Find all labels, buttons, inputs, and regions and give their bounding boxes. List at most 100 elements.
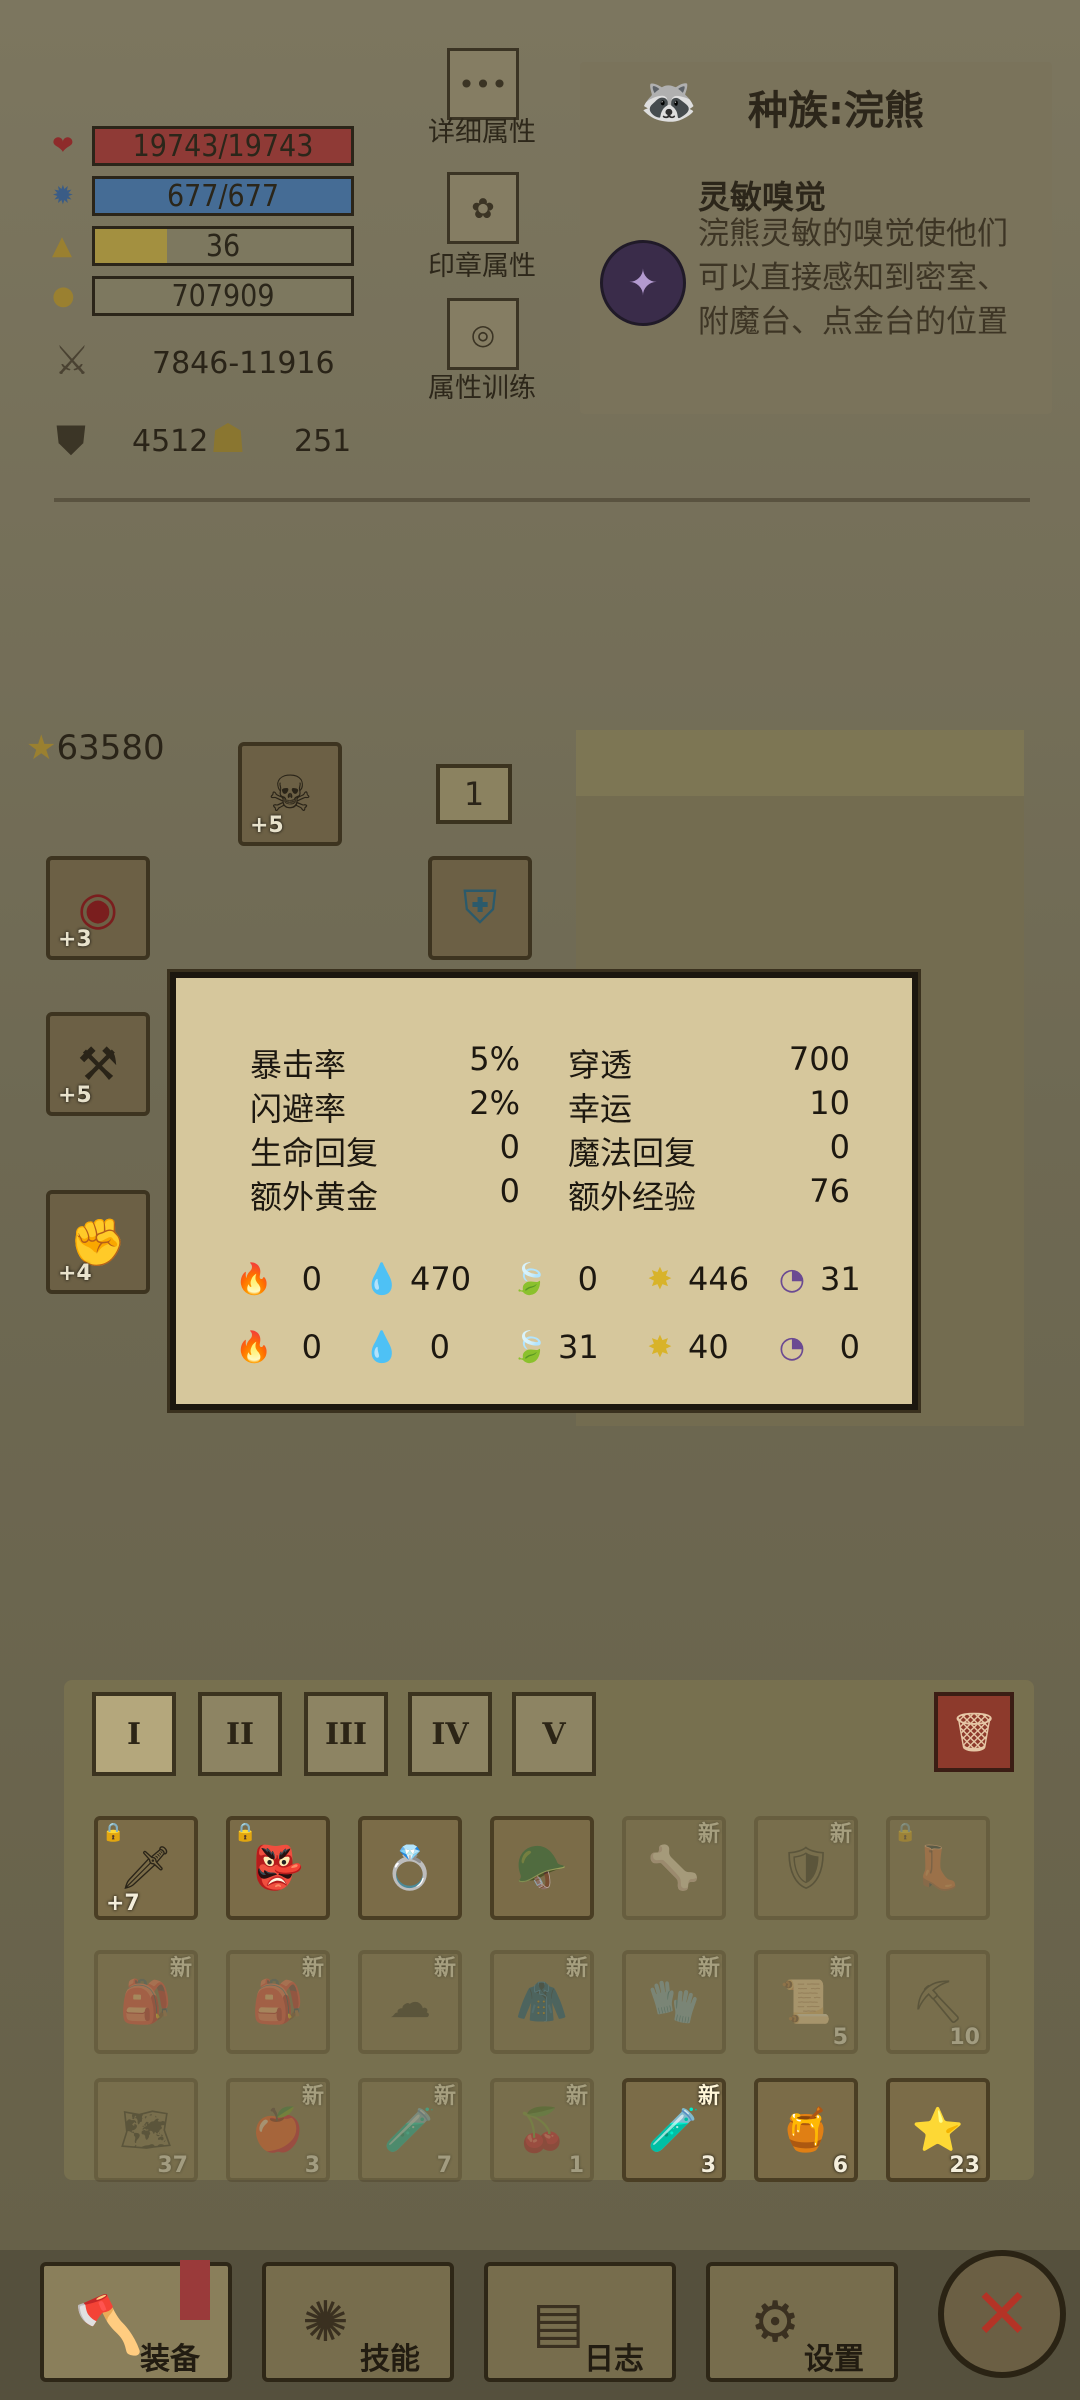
level-bar: 36 xyxy=(92,226,354,266)
item-icon: 💍 xyxy=(383,1843,437,1892)
tab-4[interactable]: IV xyxy=(408,1692,492,1776)
nature-resist-icon: 🍃 xyxy=(511,1329,549,1365)
item-icon: 🗡 xyxy=(119,1843,173,1892)
stat-value: 5% xyxy=(469,1040,520,1078)
nav-settings[interactable]: ⚙ 设置 xyxy=(706,2262,898,2382)
item-icon: 🪖 xyxy=(515,1843,569,1892)
light-resist-icon: ✸ xyxy=(647,1329,673,1365)
details-label[interactable]: 详细属性 xyxy=(392,110,572,149)
trash-button[interactable]: 🗑 xyxy=(934,1692,1014,1772)
item-icon: 🧤 xyxy=(647,1977,701,2026)
item-icon: 🍯 xyxy=(779,2105,833,2154)
new-badge: 新 xyxy=(697,1956,720,1981)
item-plus: +7 xyxy=(106,1891,140,1916)
inventory-item[interactable]: 🧤 新 xyxy=(622,1950,726,2054)
nature-resist-value: 31 xyxy=(558,1328,599,1366)
slot-plus: +5 xyxy=(58,1083,92,1108)
stat-name: 幸运 xyxy=(568,1090,633,1128)
element-resist-row: 🔥 0 💧 0 🍃 31 ✸ 40 ◔ 0 xyxy=(234,1322,884,1372)
tab-5[interactable]: V xyxy=(512,1692,596,1776)
gold-icon: ● xyxy=(52,281,75,311)
inventory-item[interactable]: 🧪 新 3 xyxy=(622,2078,726,2182)
stat-name: 闪避率 xyxy=(250,1090,347,1128)
armor-slot[interactable]: ⛨ xyxy=(428,856,532,960)
inventory-item[interactable]: 🗺 37 xyxy=(94,2078,198,2182)
inventory-item[interactable]: 🔒 🗡 +7 xyxy=(94,1816,198,1920)
stat-name: 暴击率 xyxy=(250,1046,347,1084)
item-icon: 🍒 xyxy=(515,2105,569,2154)
weapon-slot[interactable]: ⚒ +5 xyxy=(46,1012,150,1116)
defense-value: 4512 xyxy=(132,424,209,459)
new-badge: 新 xyxy=(433,1956,456,1981)
tab-3[interactable]: III xyxy=(304,1692,388,1776)
inventory-item[interactable]: 🔒 👢 xyxy=(886,1816,990,1920)
inventory-item[interactable]: 🍯 6 xyxy=(754,2078,858,2182)
inventory-item[interactable]: 🛡 新 xyxy=(754,1816,858,1920)
seals-button[interactable]: ✿ xyxy=(447,172,519,244)
item-icon: 🍎 xyxy=(251,2105,305,2154)
training-button[interactable]: ◎ xyxy=(447,298,519,370)
helmet-slot[interactable]: ☠ +5 xyxy=(238,742,342,846)
magic-shield-icon: ☗ xyxy=(210,416,246,462)
training-label[interactable]: 属性训练 xyxy=(392,366,572,405)
nav-settings-label: 设置 xyxy=(804,2342,864,2377)
raccoon-icon: 🦝 xyxy=(640,74,698,128)
nav-skills-label: 技能 xyxy=(360,2342,420,2377)
item-count: 10 xyxy=(949,2025,980,2050)
stat-row: 闪避率 2% 幸运 10 xyxy=(250,1084,850,1128)
inventory-item[interactable]: 🧥 新 xyxy=(490,1950,594,2054)
stat-value: 2% xyxy=(469,1084,520,1122)
inventory-item[interactable]: 🍒 新 1 xyxy=(490,2078,594,2182)
hp-value: 19743/19743 xyxy=(132,128,314,164)
inventory-item[interactable]: 🦴 新 xyxy=(622,1816,726,1920)
inventory-item[interactable]: 🔒 👺 xyxy=(226,1816,330,1920)
inventory-item[interactable]: 🪖 xyxy=(490,1816,594,1920)
nav-equip[interactable]: 🪓 装备 xyxy=(40,2260,232,2382)
inventory-item[interactable]: 🧪 新 7 xyxy=(358,2078,462,2182)
trait-description: 浣熊灵敏的嗅觉使他们可以直接感知到密室、附魔台、点金台的位置 xyxy=(698,216,1008,340)
fire-attack-icon: 🔥 xyxy=(235,1261,273,1297)
fire-resist-icon: 🔥 xyxy=(235,1329,273,1365)
attack-value: 7846-11916 xyxy=(152,346,335,381)
item-icon: ⭐ xyxy=(911,2105,965,2154)
swords-icon: ⚔ xyxy=(54,338,90,384)
item-icon: 🛡 xyxy=(779,1843,833,1892)
item-icon: 🧪 xyxy=(383,2105,437,2154)
item-count: 37 xyxy=(157,2153,188,2178)
mp-bar: 677/677 xyxy=(92,176,354,216)
slot-plus: +3 xyxy=(58,927,92,952)
inventory-item[interactable]: ☁ 新 xyxy=(358,1950,462,2054)
inventory-item[interactable]: 📜 新 5 xyxy=(754,1950,858,2054)
seals-label[interactable]: 印章属性 xyxy=(392,244,572,283)
stat-name: 生命回复 xyxy=(250,1134,379,1172)
close-button[interactable]: ✕ xyxy=(938,2250,1066,2378)
stat-row: 额外黄金 0 额外经验 76 xyxy=(250,1172,850,1216)
item-count: 3 xyxy=(700,2153,716,2178)
skill-icon: ✺ xyxy=(302,2290,349,2355)
stat-name: 额外经验 xyxy=(568,1178,697,1216)
slot-counter[interactable]: 1 xyxy=(436,764,512,824)
gear-icon: ⚙ xyxy=(750,2290,801,2355)
close-icon: ✕ xyxy=(972,2273,1032,2355)
new-badge: 新 xyxy=(829,1822,852,1847)
stat-value: 700 xyxy=(788,1040,850,1078)
amulet-slot[interactable]: ◉ +3 xyxy=(46,856,150,960)
nav-log[interactable]: ▤ 日志 xyxy=(484,2262,676,2382)
stat-name: 魔法回复 xyxy=(568,1134,697,1172)
shield-icon: ⛊ xyxy=(56,418,86,464)
inventory-item[interactable]: ⛏ 10 xyxy=(886,1950,990,2054)
bookmark-icon xyxy=(180,2260,210,2320)
nav-skills[interactable]: ✺ 技能 xyxy=(262,2262,454,2382)
water-resist-icon: 💧 xyxy=(363,1329,401,1365)
gauntlet-slot[interactable]: ✊ +4 xyxy=(46,1190,150,1294)
inventory-item[interactable]: 🍎 新 3 xyxy=(226,2078,330,2182)
inventory-item[interactable]: ⭐ 23 xyxy=(886,2078,990,2182)
inventory-item[interactable]: 💍 xyxy=(358,1816,462,1920)
tab-1[interactable]: I xyxy=(92,1692,176,1776)
log-icon: ▤ xyxy=(532,2290,585,2355)
tab-2[interactable]: II xyxy=(198,1692,282,1776)
stat-value: 10 xyxy=(809,1084,850,1122)
inventory-item[interactable]: 🎒 新 xyxy=(226,1950,330,2054)
inventory-item[interactable]: 🎒 新 xyxy=(94,1950,198,2054)
dots-icon: ••• xyxy=(458,67,508,101)
